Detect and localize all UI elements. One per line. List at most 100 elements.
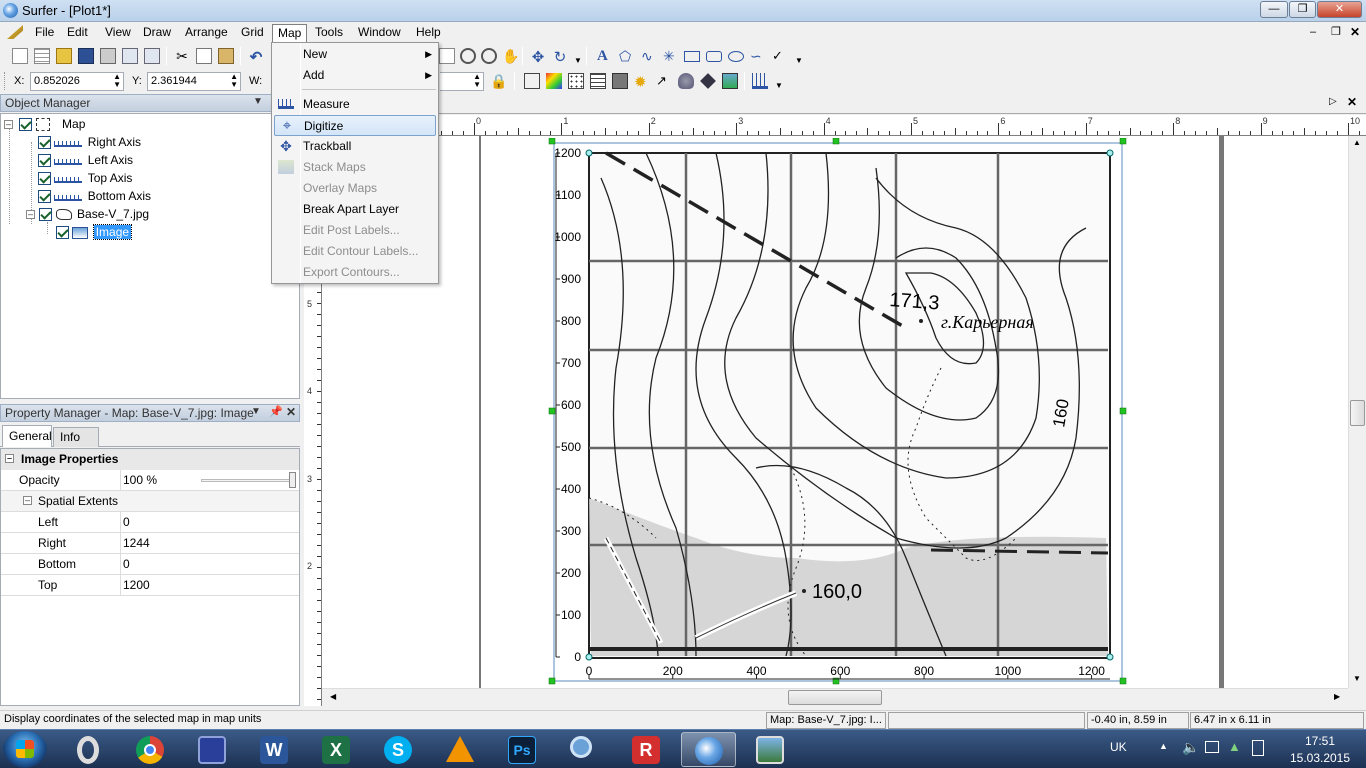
visibility-checkbox[interactable] [19,118,33,132]
zoom-out-icon[interactable] [481,48,497,64]
paste-icon[interactable] [218,48,234,64]
taskbar-app-opera[interactable] [61,732,116,767]
visibility-checkbox[interactable] [56,226,69,240]
section-spatial-extents[interactable]: – Spatial Extents [1,491,299,512]
menu-window[interactable]: Window [353,24,406,41]
pan-hand-icon[interactable]: ✋ [502,48,519,64]
menu-file[interactable]: File [30,24,59,41]
y-coordinate-field[interactable]: 2.361944 ▲ ▼ [147,72,241,91]
visibility-checkbox[interactable] [38,172,51,186]
ellipse-icon[interactable] [728,51,744,62]
wireframe-icon[interactable] [700,73,716,89]
action-center-icon[interactable] [1205,741,1219,753]
minimize-button[interactable]: — [1260,1,1288,18]
language-indicator[interactable]: UK [1110,740,1127,754]
menu-arrange[interactable]: Arrange [180,24,233,41]
tab-general[interactable]: General [2,425,52,447]
visibility-checkbox[interactable] [38,136,51,150]
menu-edit[interactable]: Edit [62,24,93,41]
measure-toolbar-icon[interactable] [752,73,768,89]
height-field[interactable]: ▲ ▼ [440,72,484,91]
rotate-icon[interactable]: ↻ [552,48,568,66]
taskbar-app-vlc[interactable] [433,732,488,767]
open-icon[interactable] [56,48,72,64]
x-coordinate-field[interactable]: 0.852026 ▲ ▼ [30,72,124,91]
volume-icon[interactable]: 🔈 [1182,739,1199,756]
menu-item-break-apart-layer[interactable]: Break Apart Layer [274,199,436,220]
3d-surface-icon[interactable] [722,73,738,89]
shaded-relief-icon[interactable]: ✹ [634,73,650,91]
battery-icon[interactable] [1252,740,1264,756]
menu-item-add[interactable]: Add ▶ [274,65,436,86]
visibility-checkbox[interactable] [38,190,51,204]
menu-item-measure[interactable]: Measure [274,94,436,115]
doc-next-icon[interactable]: ▷ [1329,96,1337,107]
undo-icon[interactable]: ↶ [248,48,264,66]
property-value[interactable]: 1244 [120,533,300,553]
vertical-scrollbar[interactable]: ▲ ▼ [1348,136,1366,688]
clock-time[interactable]: 17:51 [1290,734,1350,748]
menu-tools[interactable]: Tools [310,24,348,41]
mdi-close-button[interactable]: ✕ [1350,25,1360,39]
zoom-in-icon[interactable] [460,48,476,64]
taskbar-app-chrome[interactable] [123,732,178,767]
tree-node-image[interactable]: Image [56,223,133,241]
mdi-doc-icon[interactable] [7,25,23,39]
menu-item-digitize[interactable]: ⌖ Digitize [274,115,436,136]
lock-icon[interactable]: 🔒 [490,73,507,89]
polyline-icon[interactable]: ∿ [641,48,657,64]
taskbar-app-search[interactable] [557,732,612,767]
taskbar-app-surfer[interactable] [681,732,736,767]
menu-grid[interactable]: Grid [236,24,269,41]
start-button[interactable] [3,731,47,768]
menu-view[interactable]: View [100,24,136,41]
tray-expand-icon[interactable]: ▲ [1159,741,1168,751]
property-value[interactable]: 1200 [120,575,300,595]
doc-close-icon[interactable]: ✕ [1347,95,1357,109]
horizontal-scroll-thumb[interactable] [788,690,882,705]
tree-node-bottom-axis[interactable]: Bottom Axis [38,187,151,205]
trackball-icon[interactable]: ✥ [530,48,546,66]
print-icon[interactable] [100,48,116,64]
taskbar-app-skype[interactable]: S [371,732,426,767]
network-icon[interactable]: ▲ [1228,739,1241,754]
mdi-minimize-button[interactable]: – [1310,26,1316,38]
visibility-checkbox[interactable] [39,208,53,222]
opacity-slider[interactable] [201,479,296,482]
tree-node-map[interactable]: – Map [4,115,85,133]
symbol-icon[interactable]: ✳ [663,48,679,64]
toolbar-overflow-icon[interactable]: ▼ [775,81,783,90]
collapse-icon[interactable]: – [4,120,13,130]
horizontal-scrollbar[interactable]: ◀ ▶ [322,688,1348,706]
section-image-properties[interactable]: – Image Properties [1,449,299,470]
tab-info[interactable]: Info [53,427,99,447]
menu-draw[interactable]: Draw [138,24,176,41]
zoom-rect-icon[interactable] [439,48,455,64]
tree-node-right-axis[interactable]: Right Axis [38,133,141,151]
classed-post-icon[interactable] [590,73,606,89]
export-icon[interactable] [144,48,160,64]
tree-node-base-map[interactable]: – Base-V_7.jpg [26,205,149,223]
vertical-scroll-thumb[interactable] [1350,400,1365,426]
taskbar-app-image-viewer[interactable] [743,732,798,767]
collapse-icon[interactable]: – [5,454,14,463]
visibility-checkbox[interactable] [38,154,51,168]
taskbar-app-photoshop[interactable]: Ps [495,732,550,767]
post-map-icon[interactable] [568,73,584,89]
opacity-slider-thumb[interactable] [289,472,296,488]
pin-icon[interactable]: 📌 [269,405,283,418]
mdi-restore-button[interactable]: ❐ [1331,25,1341,38]
property-value[interactable]: 0 [120,512,300,532]
base-map-icon[interactable] [524,73,540,89]
menu-help[interactable]: Help [411,24,446,41]
surfer-app-icon[interactable] [3,3,18,18]
new-worksheet-icon[interactable] [34,48,50,64]
taskbar-app-save[interactable] [185,732,240,767]
collapse-icon[interactable]: – [23,496,32,505]
panel-menu-icon[interactable]: ▼ [251,406,261,417]
vector-map-icon[interactable]: ↗ [656,73,672,89]
rectangle-icon[interactable] [684,51,700,62]
text-tool-icon[interactable]: A [597,48,613,64]
reshape-icon[interactable]: ✓ [772,48,788,64]
copy-icon[interactable] [196,48,212,64]
